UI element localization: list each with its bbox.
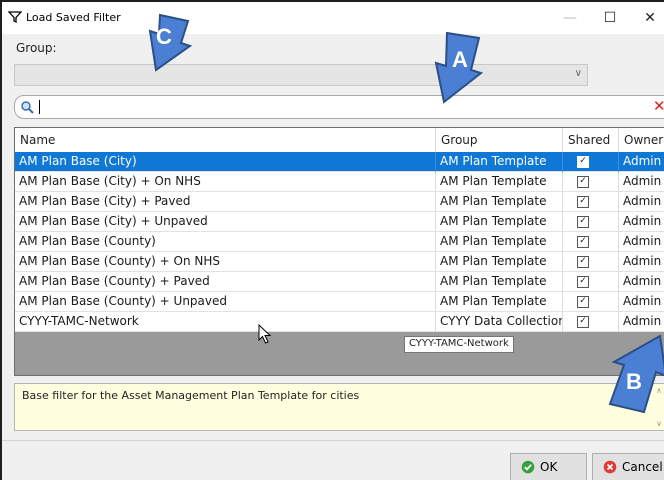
column-header-group[interactable]: Group [436, 128, 563, 152]
table-row[interactable]: AM Plan Base (City) + Unpaved AM Plan Tem… [15, 212, 664, 232]
cell-shared: ✓ [563, 212, 619, 232]
cell-owner: Admin [623, 274, 662, 288]
footer-divider [2, 440, 664, 441]
column-header-name[interactable]: Name [15, 128, 436, 152]
callout-arrow-b: B [608, 334, 664, 414]
cell-name: CYYY-TAMC-Network [15, 312, 436, 332]
description-text: Base filter for the Asset Management Pla… [22, 389, 360, 402]
group-dropdown[interactable]: ∨ [14, 64, 588, 86]
filter-table: Name Group Shared Owner AM Plan Base (Ci… [14, 127, 664, 376]
table-row[interactable]: AM Plan Base (County) AM Plan Template ✓ Ad… [15, 232, 664, 252]
callout-label-a: A [452, 47, 468, 72]
cell-name: AM Plan Base (City) [15, 152, 436, 172]
cell-group: CYYY Data Collection [436, 312, 563, 332]
text-caret [39, 100, 40, 114]
chevron-down-icon: ∨ [574, 68, 582, 79]
cell-name: AM Plan Base (County) + Paved [15, 272, 436, 292]
cell-name: AM Plan Base (County) + On NHS [15, 252, 436, 272]
table-row[interactable]: AM Plan Base (City) AM Plan Template ✓ Admi… [15, 152, 664, 172]
table-row[interactable]: AM Plan Base (City) + On NHS AM Plan Temp… [15, 172, 664, 192]
cell-group: AM Plan Template [436, 232, 563, 252]
table-row[interactable]: CYYY-TAMC-Network CYYY Data Collection ✓ Ad… [15, 312, 664, 332]
cell-group: AM Plan Template [436, 252, 563, 272]
cell-group: AM Plan Template [436, 172, 563, 192]
row-tooltip: CYYY-TAMC-Network [404, 336, 514, 353]
load-saved-filter-dialog: Load Saved Filter — ☐ ✕ Group: ∨ ✕ Name … [0, 0, 664, 480]
search-input[interactable]: ✕ [14, 95, 664, 119]
cell-group: AM Plan Template [436, 272, 563, 292]
cancel-circle-icon [603, 460, 617, 474]
maximize-button[interactable]: ☐ [590, 2, 630, 34]
column-header-shared[interactable]: Shared [563, 128, 619, 152]
cell-name: AM Plan Base (City) + Unpaved [15, 212, 436, 232]
cell-name: AM Plan Base (City) + Paved [15, 192, 436, 212]
cancel-label: Cancel [622, 460, 663, 474]
callout-arrow-c: C [148, 13, 193, 72]
search-icon [21, 101, 34, 114]
group-label: Group: [16, 41, 57, 55]
minimize-button[interactable]: — [550, 2, 590, 34]
cell-owner: Admin [623, 294, 662, 308]
cell-group: AM Plan Template [436, 192, 563, 212]
scroll-down-icon[interactable]: ∨ [653, 419, 664, 428]
cell-owner: Admin [623, 314, 662, 328]
clear-search-icon[interactable]: ✕ [653, 97, 664, 115]
cell-shared: ✓ [563, 232, 619, 252]
check-circle-icon [521, 460, 535, 474]
cell-group: AM Plan Template [436, 212, 563, 232]
cell-owner: Admin [623, 254, 662, 268]
title-bar: Load Saved Filter — ☐ ✕ [2, 2, 664, 34]
cell-shared: ✓ [563, 312, 619, 332]
shared-checkbox[interactable]: ✓ [577, 316, 589, 328]
shared-checkbox[interactable]: ✓ [577, 236, 589, 248]
cell-shared: ✓ [563, 272, 619, 292]
shared-checkbox[interactable]: ✓ [577, 296, 589, 308]
close-button[interactable]: ✕ [630, 2, 664, 34]
cell-shared: ✓ [563, 192, 619, 212]
cell-shared: ✓ [563, 152, 619, 172]
ok-label: OK [540, 460, 558, 474]
cell-shared: ✓ [563, 292, 619, 312]
shared-checkbox[interactable]: ✓ [577, 196, 589, 208]
table-row[interactable]: AM Plan Base (City) + Paved AM Plan Templ… [15, 192, 664, 212]
callout-arrow-a: A [434, 31, 484, 104]
shared-checkbox[interactable]: ✓ [577, 216, 589, 228]
cell-group: AM Plan Template [436, 292, 563, 312]
cell-group: AM Plan Template [436, 152, 563, 172]
shared-checkbox[interactable]: ✓ [577, 256, 589, 268]
ok-button[interactable]: OK [510, 453, 587, 480]
cell-owner: Admin [623, 194, 662, 208]
table-row[interactable]: AM Plan Base (County) + Unpaved AM Plan T… [15, 292, 664, 312]
table-row[interactable]: AM Plan Base (County) + Paved AM Plan Tem… [15, 272, 664, 292]
description-box: Base filter for the Asset Management Pla… [14, 383, 664, 431]
cell-owner: Admin [623, 234, 662, 248]
cell-owner: Admin [623, 174, 662, 188]
mouse-pointer-icon [258, 324, 272, 344]
window-title: Load Saved Filter [26, 11, 121, 24]
cell-name: AM Plan Base (County) [15, 232, 436, 252]
shared-checkbox[interactable]: ✓ [577, 176, 589, 188]
filter-icon [8, 11, 22, 24]
callout-label-c: C [156, 24, 172, 49]
cell-owner: Admin [623, 214, 662, 228]
cancel-button[interactable]: Cancel [592, 453, 664, 480]
shared-checkbox[interactable]: ✓ [577, 276, 589, 288]
cell-shared: ✓ [563, 172, 619, 192]
cell-name: AM Plan Base (City) + On NHS [15, 172, 436, 192]
cell-name: AM Plan Base (County) + Unpaved [15, 292, 436, 312]
column-header-owner[interactable]: Owner [619, 128, 664, 152]
table-row[interactable]: AM Plan Base (County) + On NHS AM Plan Te… [15, 252, 664, 272]
cell-owner: Admin [623, 154, 662, 168]
table-header: Name Group Shared Owner [15, 128, 664, 153]
callout-label-b: B [626, 369, 642, 394]
cell-shared: ✓ [563, 252, 619, 272]
shared-checkbox[interactable]: ✓ [577, 156, 589, 168]
